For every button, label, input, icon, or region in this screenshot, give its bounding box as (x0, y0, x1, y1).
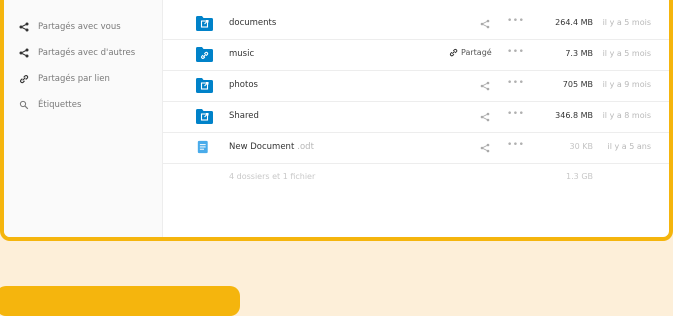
tag-search-icon (18, 99, 30, 111)
file-name[interactable]: Shared (229, 111, 262, 121)
table-row[interactable]: Shared ••• 346.8 MB il y a 8 mois (163, 102, 669, 133)
folder-external-icon (196, 16, 213, 31)
file-size: 705 MB (562, 80, 593, 89)
file-modified: il y a 5 mois (602, 18, 651, 27)
more-options-icon[interactable]: ••• (507, 140, 524, 150)
table-row[interactable]: New Document .odt ••• 30 KB il y a 5 ans (163, 133, 669, 164)
link-icon (449, 48, 458, 57)
summary-size: 1.3 GB (566, 172, 593, 181)
decorative-strip (0, 286, 240, 316)
file-name[interactable]: New Document .odt (229, 142, 314, 152)
file-size: 30 KB (569, 142, 593, 151)
file-modified: il y a 5 ans (607, 142, 651, 151)
files-app-window: Partagés avec vous Partagés avec d'autre… (0, 0, 673, 241)
more-options-icon[interactable]: ••• (507, 109, 524, 119)
folder-external-icon (196, 78, 213, 93)
more-options-icon[interactable]: ••• (507, 78, 524, 88)
share-icon[interactable] (480, 81, 490, 91)
link-icon (18, 73, 30, 85)
table-row[interactable]: music Partagé ••• 7.3 MB il y a 5 mois (163, 40, 669, 71)
folder-external-icon (196, 109, 213, 124)
table-row[interactable]: photos ••• 705 MB il y a 9 mois (163, 71, 669, 102)
more-options-icon[interactable]: ••• (507, 47, 524, 57)
sidebar-item-shared-by-link[interactable]: Partagés par lien (18, 69, 110, 89)
file-name[interactable]: documents (229, 18, 279, 28)
sidebar-item-label: Partagés avec d'autres (38, 48, 136, 58)
sidebar-item-label: Partagés par lien (38, 74, 110, 84)
sidebar-item-shared-with-others[interactable]: Partagés avec d'autres (18, 43, 135, 63)
file-name[interactable]: music (229, 49, 257, 59)
folder-link-icon (196, 47, 213, 62)
file-size: 7.3 MB (565, 49, 593, 58)
table-row[interactable]: documents ••• 264.4 MB il y a 5 mois (163, 9, 669, 40)
sidebar-item-label: Partagés avec vous (38, 22, 121, 32)
file-modified: il y a 8 mois (602, 111, 651, 120)
file-modified: il y a 5 mois (602, 49, 651, 58)
file-size: 346.8 MB (555, 111, 593, 120)
file-size: 264.4 MB (555, 18, 593, 27)
sidebar-item-shared-with-you[interactable]: Partagés avec vous (18, 17, 121, 37)
share-icon[interactable] (480, 112, 490, 122)
file-list-summary: 4 dossiers et 1 fichier 1.3 GB (163, 164, 669, 194)
share-icon[interactable] (480, 19, 490, 29)
summary-count: 4 dossiers et 1 fichier (229, 172, 316, 181)
more-options-icon[interactable]: ••• (507, 16, 524, 26)
share-icon (18, 21, 30, 33)
file-list: documents ••• 264.4 MB il y a 5 mois mus… (163, 0, 669, 237)
share-icon[interactable] (480, 143, 490, 153)
shared-status[interactable]: Partagé (449, 48, 492, 57)
sidebar-item-label: Étiquettes (38, 100, 82, 110)
file-modified: il y a 9 mois (602, 80, 651, 89)
sidebar: Partagés avec vous Partagés avec d'autre… (4, 0, 163, 237)
sidebar-item-tags[interactable]: Étiquettes (18, 95, 81, 115)
share-icon (18, 47, 30, 59)
file-name[interactable]: photos (229, 80, 261, 90)
document-icon (197, 140, 208, 154)
